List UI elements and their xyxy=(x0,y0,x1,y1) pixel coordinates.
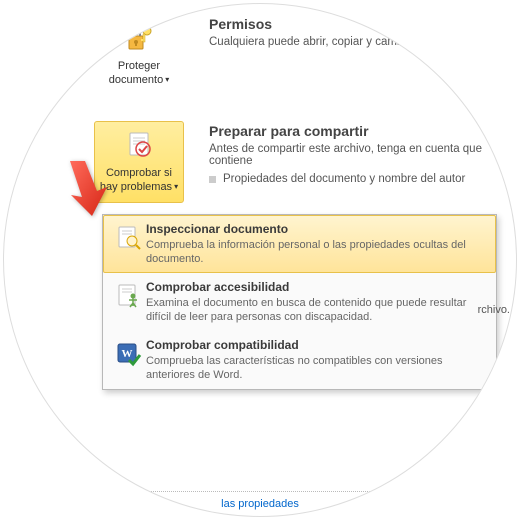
inspect-desc: Comprueba la información personal o las … xyxy=(146,238,487,266)
inspect-title: Inspeccionar documento xyxy=(146,222,487,236)
compatibility-desc: Comprueba las características no compati… xyxy=(146,354,487,382)
svg-text:W: W xyxy=(122,348,133,360)
chevron-down-icon: ▾ xyxy=(174,180,178,194)
preparar-subtitle: Antes de compartir este archivo, tenga e… xyxy=(209,143,517,167)
permisos-subtitle: Cualquiera puede abrir, copiar y cambiar xyxy=(209,36,517,48)
compatibility-title: Comprobar compatibilidad xyxy=(146,338,487,352)
lock-key-icon xyxy=(98,20,180,56)
bullet-icon xyxy=(209,176,216,183)
menu-item-inspect[interactable]: Inspeccionar documento Comprueba la info… xyxy=(103,215,496,273)
check-problems-menu: Inspeccionar documento Comprueba la info… xyxy=(102,214,497,390)
menu-item-accessibility[interactable]: Comprobar accesibilidad Examina el docum… xyxy=(103,273,496,331)
permisos-title: Permisos xyxy=(209,16,517,32)
permisos-section: Proteger documento▾ Permisos Cualquiera … xyxy=(94,14,517,96)
proteger-label-1: Proteger xyxy=(118,60,160,72)
preparar-section: Comprobar si hay problemas▾ Preparar par… xyxy=(94,121,517,203)
compatibility-icon: W xyxy=(112,338,146,382)
footer-link[interactable]: las propiedades xyxy=(221,498,299,510)
preparar-bullet: Propiedades del documento y nombre del a… xyxy=(209,173,517,185)
chevron-down-icon: ▾ xyxy=(165,73,169,87)
comprobar-label-2: hay problemas xyxy=(100,181,172,193)
menu-item-compatibility[interactable]: W Comprobar compatibilidad Comprueba las… xyxy=(103,331,496,389)
preparar-title: Preparar para compartir xyxy=(209,123,517,139)
accessibility-title: Comprobar accesibilidad xyxy=(146,280,487,294)
proteger-label-2: documento xyxy=(109,74,163,86)
footer-divider xyxy=(4,491,516,492)
accessibility-desc: Examina el documento en busca de conteni… xyxy=(146,296,487,324)
accessibility-icon xyxy=(112,280,146,324)
truncated-text: rchivo. xyxy=(478,304,510,316)
comprobar-label-1: Comprobar si xyxy=(106,167,172,179)
proteger-documento-button[interactable]: Proteger documento▾ xyxy=(94,14,184,96)
inspect-icon xyxy=(112,222,146,266)
document-check-icon xyxy=(98,127,180,163)
